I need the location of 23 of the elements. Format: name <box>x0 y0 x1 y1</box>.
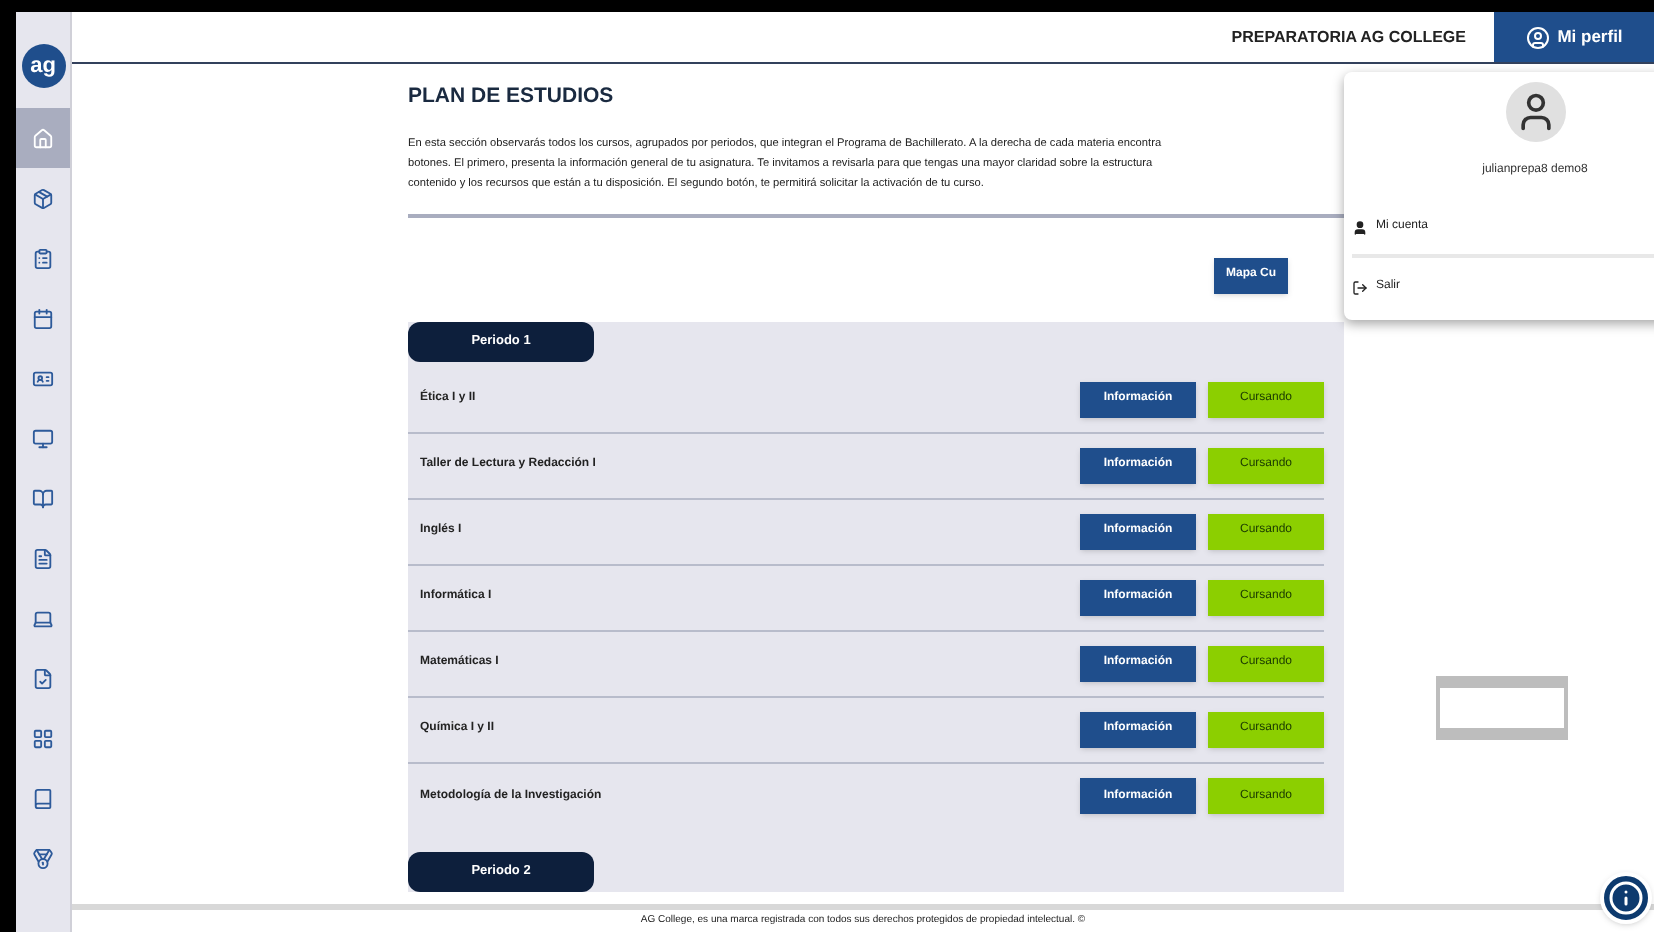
logout-icon <box>1352 279 1368 295</box>
grid-icon <box>32 727 54 749</box>
user-icon <box>1352 219 1368 235</box>
clipboard-icon <box>32 247 54 269</box>
document-icon <box>32 547 54 569</box>
info-button-round[interactable] <box>1600 872 1652 924</box>
logo[interactable]: ag <box>21 44 65 88</box>
calendar-icon <box>32 307 54 329</box>
id-card-icon <box>32 367 54 389</box>
open-book-icon <box>32 487 54 509</box>
school-name: PREPARATORIA AG COLLEGE <box>1231 25 1466 49</box>
home-icon <box>32 127 54 149</box>
book-icon <box>32 787 54 809</box>
blank-box <box>1436 676 1568 740</box>
info-icon <box>1608 880 1644 916</box>
monitor-icon <box>32 427 54 449</box>
document-check-icon <box>32 667 54 689</box>
laptop-icon <box>32 607 54 629</box>
package-icon <box>32 187 54 209</box>
profile-button[interactable]: Mi perfil <box>1494 12 1654 62</box>
page-title: PLAN DE ESTUDIOS <box>408 82 614 112</box>
medal-icon <box>32 847 54 869</box>
user-icon <box>1525 25 1550 49</box>
